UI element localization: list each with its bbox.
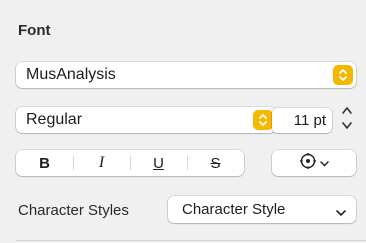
popup-chevrons-icon [333,65,353,85]
font-size-value: 11 pt [293,112,326,129]
font-size-field[interactable]: 11 pt [272,108,332,133]
character-style-value: Character Style [182,201,286,218]
underline-button[interactable]: U [130,150,187,176]
character-style-popup[interactable]: Character Style [168,196,356,223]
stepper-arrows-icon [341,104,353,137]
text-format-segmented-control: B I U S [16,150,244,176]
chevron-down-icon [320,154,329,172]
character-styles-label: Character Styles [18,202,129,219]
font-style-value: Regular [26,111,83,128]
italic-button[interactable]: I [73,150,130,176]
font-size-stepper[interactable] [338,104,356,136]
font-family-popup[interactable]: MusAnalysis [16,62,356,88]
strikethrough-button[interactable]: S [187,150,244,176]
bold-button[interactable]: B [16,150,73,176]
section-divider [16,240,366,241]
text-options-button[interactable] [272,150,356,176]
font-family-value: MusAnalysis [26,66,116,83]
font-section-title: Font [18,22,51,39]
chevron-down-icon [336,204,346,221]
popup-chevrons-icon [253,110,273,130]
gear-options-icon [299,152,317,175]
font-style-popup[interactable]: Regular [16,107,276,133]
